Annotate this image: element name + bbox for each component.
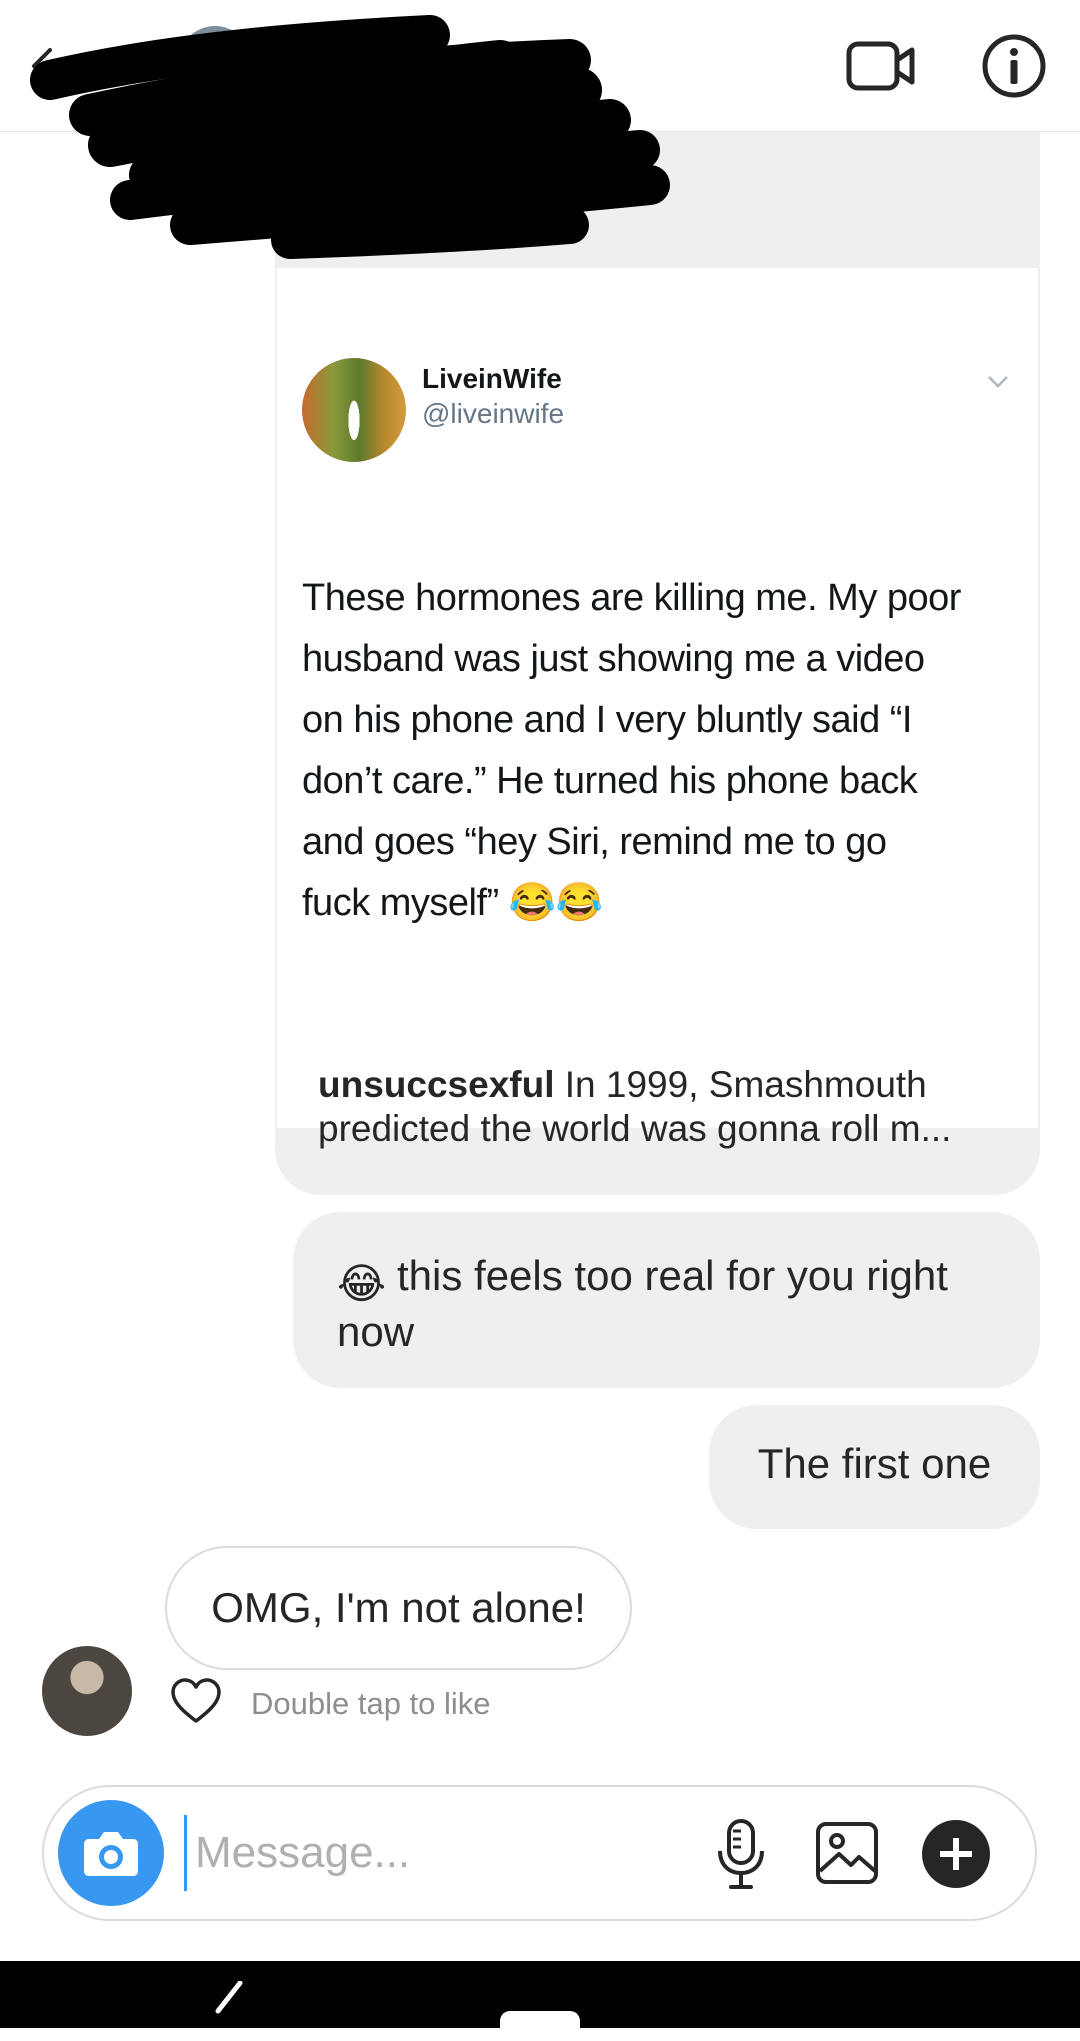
- message-bubble-outgoing[interactable]: The first one: [709, 1405, 1040, 1529]
- laughing-tears-emoji: 😂: [337, 1260, 387, 1307]
- heart-icon[interactable]: [170, 1677, 222, 1725]
- redaction-scribble: [30, 15, 670, 259]
- chevron-down-icon: [988, 376, 1008, 388]
- post-caption: unsuccsexful In 1999, Smashmouth predict…: [318, 1063, 998, 1151]
- tweet-author-name: LiveinWife: [422, 363, 562, 394]
- message-bubble-incoming[interactable]: OMG, I'm not alone!: [165, 1546, 632, 1670]
- system-nav-bar: [0, 1961, 1080, 2041]
- plus-button[interactable]: [922, 1820, 990, 1888]
- message-composer: [42, 1785, 1037, 1921]
- tweet-text: These hormones are killing me. My poor h…: [302, 577, 961, 924]
- message-input[interactable]: [184, 1815, 695, 1891]
- video-call-icon[interactable]: [846, 36, 916, 96]
- sender-avatar[interactable]: [42, 1646, 132, 1736]
- microphone-icon[interactable]: [711, 1817, 771, 1893]
- info-icon[interactable]: [980, 32, 1048, 100]
- gallery-icon[interactable]: [815, 1821, 879, 1885]
- nav-home-button[interactable]: [500, 2011, 580, 2041]
- message-bubble-outgoing[interactable]: 😂 this feels too real for you right now: [293, 1212, 1040, 1388]
- camera-button[interactable]: [58, 1800, 164, 1906]
- post-caption-username: unsuccsexful: [318, 1064, 555, 1105]
- message-text: this feels too real for you right now: [337, 1252, 948, 1355]
- tweet-author-handle: @liveinwife: [422, 398, 565, 429]
- nav-back-icon[interactable]: [210, 1981, 250, 2028]
- camera-icon: [84, 1832, 138, 1876]
- tweet-author-avatar: [302, 358, 406, 462]
- message-text: OMG, I'm not alone!: [211, 1584, 586, 1631]
- like-hint: Double tap to like: [251, 1686, 491, 1721]
- message-text: The first one: [757, 1440, 992, 1487]
